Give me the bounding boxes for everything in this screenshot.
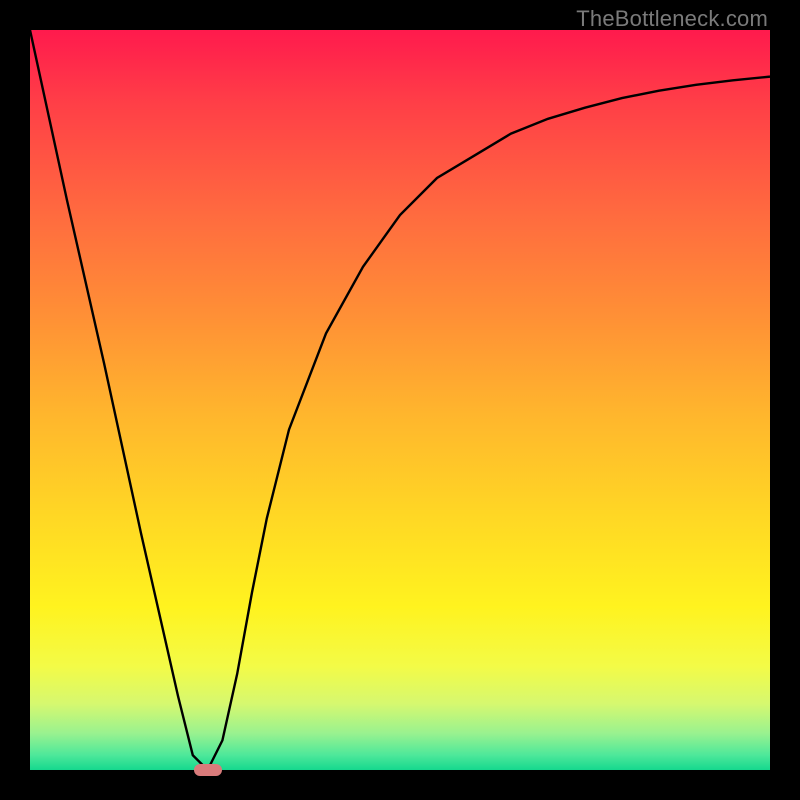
optimum-marker xyxy=(194,764,222,776)
plot-area xyxy=(30,30,770,770)
chart-frame: TheBottleneck.com xyxy=(0,0,800,800)
watermark-text: TheBottleneck.com xyxy=(576,6,768,32)
bottleneck-curve xyxy=(30,30,770,770)
curve-path xyxy=(30,30,770,770)
